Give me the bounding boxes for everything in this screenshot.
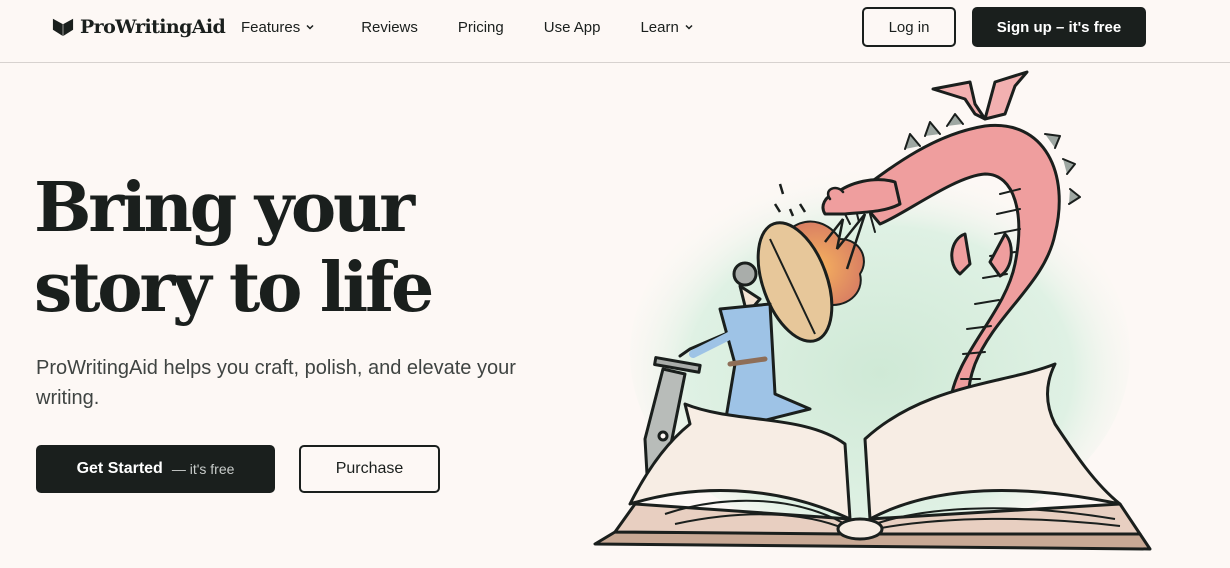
get-started-label: Get Started [76, 460, 163, 477]
open-book-logo-icon [52, 18, 74, 37]
get-started-sublabel: — it's free [171, 461, 235, 477]
chevron-down-icon [685, 24, 693, 30]
hero-title-line1: Bring your [34, 168, 415, 248]
nav-pricing-label: Pricing [457, 18, 504, 36]
hero-title-line2: story to life [34, 248, 434, 328]
nav-learn-label: Learn [640, 18, 679, 36]
nav-pricing[interactable]: Pricing [458, 17, 504, 37]
nav-use-app[interactable]: Use App [544, 17, 601, 37]
site-header: ProWritingAid Features Reviews Pricing U… [0, 0, 1230, 63]
signup-button[interactable]: Sign up – it's free [972, 7, 1146, 47]
hero-title: Bring your story to life [34, 168, 514, 328]
nav-features-label: Features [241, 18, 301, 36]
logo-link[interactable]: ProWritingAid [52, 14, 226, 40]
nav-reviews-label: Reviews [361, 18, 418, 36]
logo-text: ProWritingAid [80, 16, 226, 38]
hero-subtitle: ProWritingAid helps you craft, polish, a… [36, 357, 516, 409]
purchase-button[interactable]: Purchase [299, 445, 440, 493]
main-nav: Features Reviews Pricing Use App Learn [241, 17, 694, 37]
nav-reviews[interactable]: Reviews [361, 17, 418, 37]
nav-learn[interactable]: Learn [640, 17, 693, 37]
chevron-down-icon [306, 24, 314, 30]
login-button[interactable]: Log in [862, 7, 956, 47]
nav-use-app-label: Use App [543, 18, 601, 36]
hero-illustration [593, 70, 1152, 551]
get-started-button[interactable]: Get Started — it's free [36, 445, 275, 493]
nav-features[interactable]: Features [241, 17, 315, 37]
